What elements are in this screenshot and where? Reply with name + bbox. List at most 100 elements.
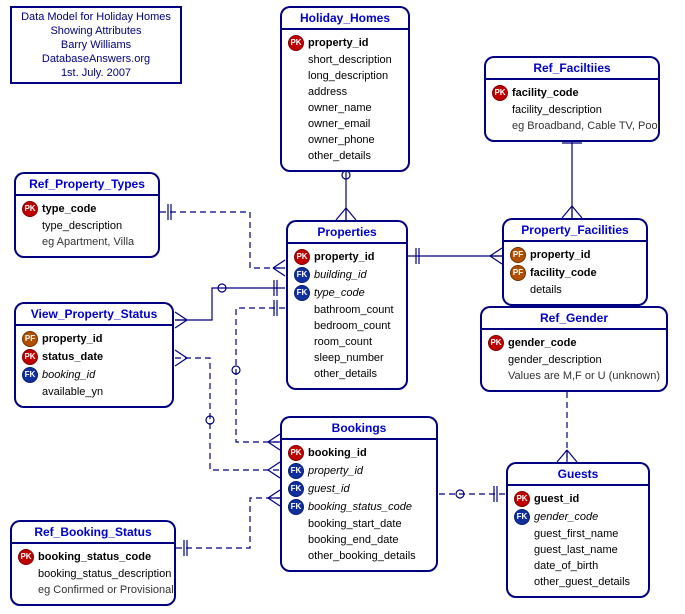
attribute-name: guest_id xyxy=(534,492,579,506)
attribute-row: room_count xyxy=(294,334,400,350)
entity-body: PFproperty_idPKstatus_dateFKbooking_idav… xyxy=(14,324,174,408)
entity-title: Property_Facilities xyxy=(502,218,648,240)
attribute-name: other_details xyxy=(314,367,377,381)
diagram-canvas: Data Model for Holiday Homes Showing Att… xyxy=(0,0,685,614)
attribute-name: eg Broadband, Cable TV, Pool xyxy=(512,119,660,133)
entity-property-facilities: Property_Facilities PFproperty_idPFfacil… xyxy=(502,218,648,306)
attribute-name: status_date xyxy=(42,350,103,364)
attribute-name: gender_description xyxy=(508,353,602,367)
entity-title: Ref_Gender xyxy=(480,306,668,328)
attribute-row: other_details xyxy=(288,148,402,164)
attribute-name: booking_start_date xyxy=(308,517,402,531)
entity-title: Guests xyxy=(506,462,650,484)
attribute-name: other_details xyxy=(308,149,371,163)
pk-key-icon: PK xyxy=(22,349,38,365)
fk-key-icon: FK xyxy=(294,267,310,283)
attribute-name: property_id xyxy=(530,248,591,262)
entity-body: PKbooking_status_codebooking_status_desc… xyxy=(10,542,176,606)
attribute-row: bedroom_count xyxy=(294,318,400,334)
attribute-name: type_description xyxy=(42,219,122,233)
attribute-name: bedroom_count xyxy=(314,319,390,333)
attribute-row: eg Broadband, Cable TV, Pool xyxy=(492,118,652,134)
fk-key-icon: FK xyxy=(288,463,304,479)
attribute-name: available_yn xyxy=(42,385,103,399)
entity-body: PKfacility_codefacility_descriptioneg Br… xyxy=(484,78,660,142)
attribute-name: guest_id xyxy=(308,482,350,496)
attribute-row: PK facility_code xyxy=(492,84,652,102)
entity-title: Holiday_Homes xyxy=(280,6,410,28)
attribute-name: owner_name xyxy=(308,101,372,115)
entity-title: Properties xyxy=(286,220,408,242)
entity-body: PKgender_codegender_descriptionValues ar… xyxy=(480,328,668,392)
attribute-row: sleep_number xyxy=(294,350,400,366)
pf-key-icon: PF xyxy=(510,265,526,281)
entity-body: PKproperty_idshort_description long_descr… xyxy=(280,28,410,172)
attribute-row: PK booking_id xyxy=(288,444,430,462)
attribute-name: type_code xyxy=(42,202,96,216)
attribute-row: PKgender_code xyxy=(488,334,660,352)
entity-properties: Properties PKproperty_idFKbuilding_idFKt… xyxy=(286,220,408,390)
attribute-name: booking_status_description xyxy=(38,567,171,581)
entity-ref-property-types: Ref_Property_Types PKtype_codetype_descr… xyxy=(14,172,160,258)
attribute-row: PKproperty_id xyxy=(288,34,402,52)
attribute-name: booking_status_code xyxy=(308,500,412,514)
info-line: 1st. July. 2007 xyxy=(18,66,174,80)
entity-body: PK type_code type_descriptioneg Apartment,… xyxy=(14,194,160,258)
attribute-name: type_code xyxy=(314,286,365,300)
attribute-row: PKguest_id xyxy=(514,490,642,508)
entity-view-property-status: View_Property_Status PFproperty_idPKstat… xyxy=(14,302,174,408)
attribute-name: owner_email xyxy=(308,117,370,131)
entity-ref-facilities: Ref_Faciltiies PKfacility_codefacility_d… xyxy=(484,56,660,142)
attribute-name: guest_first_name xyxy=(534,527,618,541)
info-line: Data Model for Holiday Homes xyxy=(18,10,174,24)
attribute-row: PKbooking_status_code xyxy=(18,548,168,566)
attribute-name: short_description xyxy=(308,53,392,67)
attribute-row: other_guest_details xyxy=(514,574,642,590)
attribute-row: FKbooking_id xyxy=(22,366,166,384)
attribute-row: type_description xyxy=(22,218,152,234)
attribute-name: owner_phone xyxy=(308,133,375,147)
attribute-row: FKgender_code xyxy=(514,508,642,526)
attribute-name: other_guest_details xyxy=(534,575,630,589)
attribute-name: property_id xyxy=(314,250,375,264)
entity-title: Bookings xyxy=(280,416,438,438)
attribute-row: owner_email xyxy=(288,116,402,132)
fk-key-icon: FK xyxy=(22,367,38,383)
attribute-row: eg Confirmed or Provisional xyxy=(18,582,168,598)
entity-body: PFproperty_idPFfacility_codedetails xyxy=(502,240,648,306)
attribute-row: long_description xyxy=(288,68,402,84)
pk-key-icon: PK xyxy=(288,445,304,461)
attribute-name: bathroom_count xyxy=(314,303,394,317)
pk-key-icon: PK xyxy=(18,549,34,565)
attribute-name: facility_code xyxy=(512,86,579,100)
pk-key-icon: PK xyxy=(22,201,38,217)
attribute-row: FKguest_id xyxy=(288,480,430,498)
attribute-name: property_id xyxy=(308,464,363,478)
attribute-row: PKproperty_id xyxy=(294,248,400,266)
entity-ref-gender: Ref_Gender PKgender_codegender_descripti… xyxy=(480,306,668,392)
attribute-name: other_booking_details xyxy=(308,549,416,563)
attribute-name: long_description xyxy=(308,69,388,83)
attribute-row: eg Apartment, Villa xyxy=(22,234,152,250)
attribute-row: FK property_id xyxy=(288,462,430,480)
attribute-name: address xyxy=(308,85,347,99)
attribute-row: short_description xyxy=(288,52,402,68)
attribute-row: booking_start_date xyxy=(288,516,430,532)
pf-key-icon: PF xyxy=(510,247,526,263)
attribute-name: facility_description xyxy=(512,103,602,117)
entity-title: Ref_Booking_Status xyxy=(10,520,176,542)
pk-key-icon: PK xyxy=(488,335,504,351)
attribute-name: booking_end_date xyxy=(308,533,399,547)
fk-key-icon: FK xyxy=(288,499,304,515)
attribute-name: sleep_number xyxy=(314,351,384,365)
attribute-row: facility_description xyxy=(492,102,652,118)
info-line: DatabaseAnswers.org xyxy=(18,52,174,66)
attribute-name: property_id xyxy=(42,332,103,346)
pk-key-icon: PK xyxy=(492,85,508,101)
attribute-row: PF property_id xyxy=(510,246,640,264)
attribute-name: details xyxy=(530,283,562,297)
entity-body: PK booking_id FK property_id FKguest_idFK boo… xyxy=(280,438,438,572)
attribute-name: building_id xyxy=(314,268,367,282)
attribute-name: room_count xyxy=(314,335,372,349)
attribute-name: booking_id xyxy=(308,446,367,460)
